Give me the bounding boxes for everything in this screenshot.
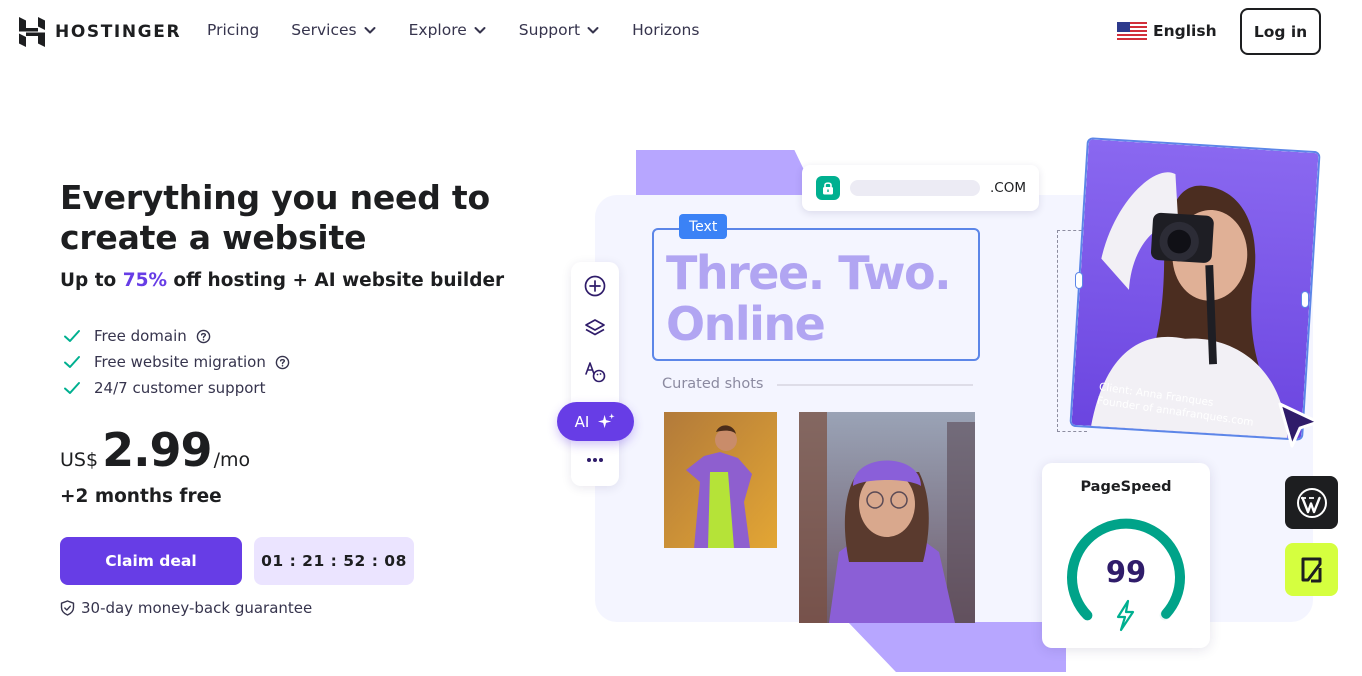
decorative-shape xyxy=(848,622,1066,672)
wordpress-badge xyxy=(1285,476,1338,529)
feature-item: Free domain xyxy=(63,323,290,349)
discount-percent: 75% xyxy=(122,270,167,291)
feature-label: Free website migration xyxy=(94,353,266,371)
menu-item-support[interactable]: Support xyxy=(519,21,600,39)
menu-item-label: Horizons xyxy=(632,21,700,39)
chevron-down-icon xyxy=(587,27,599,34)
price-amount: 2.99 xyxy=(102,423,212,477)
wordpress-icon xyxy=(1296,487,1327,518)
ai-button[interactable]: AI xyxy=(557,402,634,441)
price-period: /mo xyxy=(213,449,251,471)
url-bar: .COM xyxy=(802,165,1039,211)
feature-label: 24/7 customer support xyxy=(94,379,266,397)
guarantee-label: 30-day money-back guarantee xyxy=(81,599,313,617)
pagespeed-score: 99 xyxy=(1105,555,1147,589)
check-icon xyxy=(64,330,80,342)
more-dots-icon[interactable] xyxy=(583,448,607,472)
editor-toolbar xyxy=(571,262,619,486)
us-flag-icon xyxy=(1117,22,1147,40)
chevron-down-icon xyxy=(364,27,376,34)
fashion-photo-purple-beanie xyxy=(799,412,975,623)
decorative-shape xyxy=(636,150,816,195)
menu-item-explore[interactable]: Explore xyxy=(409,21,487,39)
hero-headline: Everything you need to create a website xyxy=(60,178,490,257)
menu-item-services[interactable]: Services xyxy=(291,21,376,39)
ai-label: AI xyxy=(574,412,590,431)
login-button[interactable]: Log in xyxy=(1240,8,1321,55)
url-placeholder xyxy=(850,180,980,196)
builder-badge xyxy=(1285,543,1338,596)
preview-big-text: Three. Two. Online xyxy=(666,246,952,351)
divider xyxy=(777,384,973,386)
top-navigation: HOSTINGER Pricing Services Explore Suppo… xyxy=(0,0,1362,64)
hostinger-logo[interactable]: HOSTINGER xyxy=(19,17,181,47)
main-menu: Pricing Services Explore Support Horizon… xyxy=(207,21,731,39)
add-circle-icon[interactable] xyxy=(583,274,607,298)
check-icon xyxy=(64,356,80,368)
feature-item: 24/7 customer support xyxy=(63,375,290,401)
text-block-tag: Text xyxy=(679,214,728,239)
text-style-icon[interactable] xyxy=(583,360,607,384)
menu-item-label: Support xyxy=(518,21,581,39)
menu-item-label: Explore xyxy=(408,21,467,39)
menu-item-pricing[interactable]: Pricing xyxy=(207,21,259,39)
bonus-text: +2 months free xyxy=(60,486,222,507)
sparkle-icon xyxy=(598,413,615,429)
help-circle-icon[interactable] xyxy=(275,355,290,370)
resize-handle[interactable] xyxy=(1301,291,1309,308)
hostinger-logo-icon xyxy=(19,17,45,47)
language-selector[interactable]: English xyxy=(1117,22,1217,40)
price-currency: US$ xyxy=(60,449,99,471)
pagespeed-card: PageSpeed 99 xyxy=(1042,463,1210,648)
builder-logo-icon xyxy=(1301,557,1321,582)
price-display: US$ 2.99 /mo xyxy=(60,423,250,477)
subhead-suffix: off hosting + AI website builder xyxy=(166,270,505,291)
feature-list: Free domain Free website migration 24/7 … xyxy=(63,323,290,401)
check-icon xyxy=(64,382,80,394)
resize-handle[interactable] xyxy=(1075,272,1083,289)
claim-deal-button[interactable]: Claim deal xyxy=(60,537,242,585)
chevron-down-icon xyxy=(474,27,486,34)
countdown-timer: 01 : 21 : 52 : 08 xyxy=(254,537,414,585)
pagespeed-title: PageSpeed xyxy=(1080,479,1172,495)
lightning-icon xyxy=(1116,599,1135,632)
help-circle-icon[interactable] xyxy=(196,329,211,344)
hero-subheadline: Up to 75% off hosting + AI website build… xyxy=(60,270,504,291)
url-tld: .COM xyxy=(990,180,1026,196)
feature-item: Free website migration xyxy=(63,349,290,375)
logo-text: HOSTINGER xyxy=(55,22,182,42)
money-back-guarantee: 30-day money-back guarantee xyxy=(60,599,312,617)
fashion-photo-purple-suit xyxy=(664,412,777,548)
language-label: English xyxy=(1153,22,1217,40)
cursor-arrow-icon xyxy=(1278,402,1320,448)
subhead-prefix: Up to xyxy=(60,270,123,291)
shield-check-icon xyxy=(60,600,75,616)
curated-shots-label: Curated shots xyxy=(662,376,764,392)
menu-item-label: Services xyxy=(291,21,357,39)
lock-icon xyxy=(816,176,840,200)
menu-item-horizons[interactable]: Horizons xyxy=(632,21,699,39)
layers-icon[interactable] xyxy=(583,317,607,341)
menu-item-label: Pricing xyxy=(207,21,260,39)
feature-label: Free domain xyxy=(94,327,187,345)
